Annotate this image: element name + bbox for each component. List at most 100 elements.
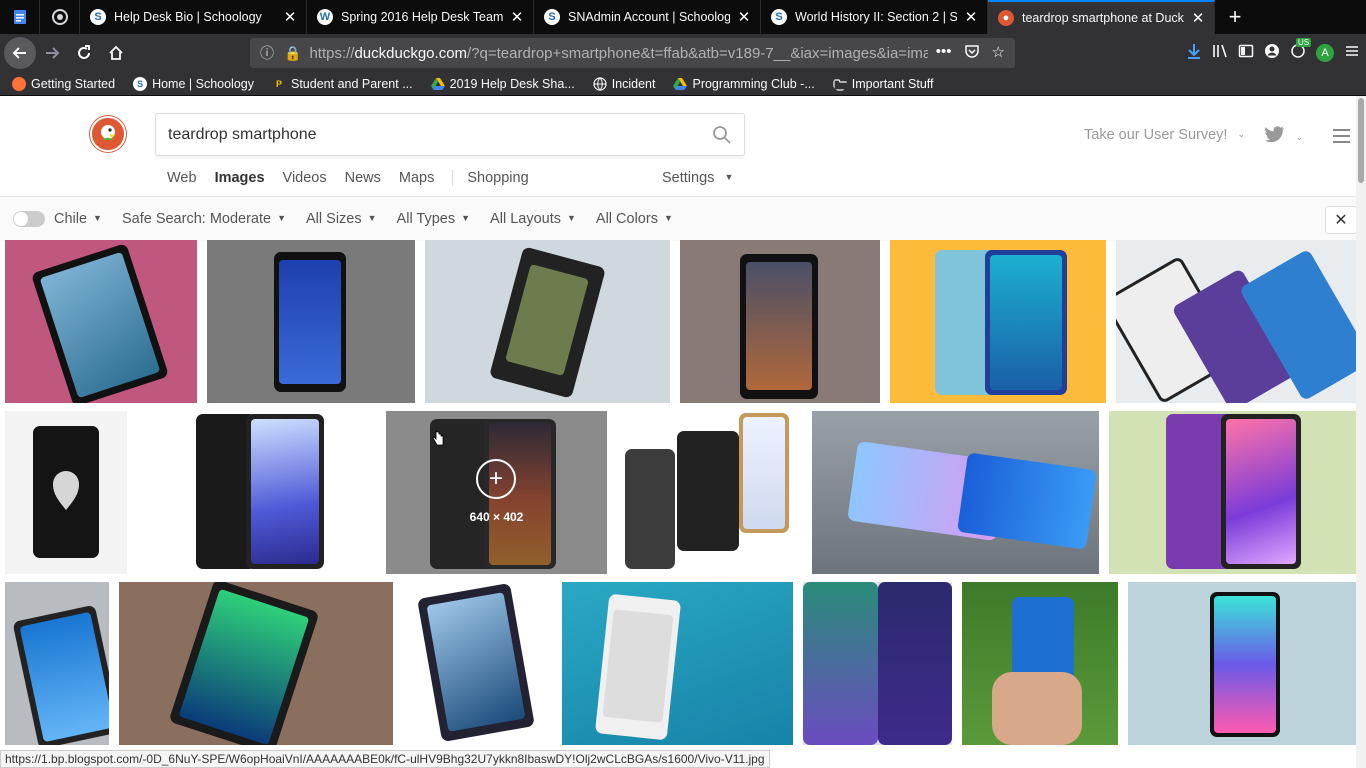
tab-title: SNAdmin Account | Schoology (568, 10, 730, 24)
pinned-tab-app[interactable] (40, 0, 80, 34)
user-survey-link[interactable]: Take our User Survey! ⌄ (1084, 127, 1245, 143)
region-label: Chile (54, 211, 88, 227)
drive-icon (430, 77, 445, 90)
reload-icon (78, 45, 90, 59)
tab-spring-2016[interactable]: W Spring 2016 Help Desk Team – ✕ (307, 0, 534, 34)
color-filter[interactable]: All Colors ▼ (596, 211, 673, 227)
survey-label: Take our User Survey! (1084, 127, 1228, 143)
close-tab-icon[interactable]: ✕ (1190, 9, 1206, 27)
bookmark-star-icon[interactable]: ☆ (992, 43, 1005, 63)
image-result[interactable] (562, 582, 793, 745)
bookmark-label: Incident (611, 76, 656, 91)
tab-web[interactable]: Web (167, 170, 197, 186)
tab-images[interactable]: Images (215, 170, 265, 186)
new-tab-button[interactable]: + (1215, 0, 1255, 34)
image-result[interactable] (5, 582, 109, 745)
image-result[interactable] (1128, 582, 1361, 745)
lock-icon[interactable]: 🔒 (284, 45, 301, 62)
page-actions-icon[interactable]: ••• (936, 43, 952, 63)
close-tab-icon[interactable]: ✕ (509, 8, 525, 26)
color-label: All Colors (595, 211, 658, 227)
sidebar-icon[interactable] (1238, 43, 1254, 64)
hamburger-menu-icon[interactable] (1333, 129, 1350, 147)
library-icon[interactable] (1212, 43, 1228, 64)
close-tab-icon[interactable]: ✕ (736, 8, 752, 26)
tab-snadmin[interactable]: S SNAdmin Account | Schoology ✕ (534, 0, 761, 34)
tab-duckduckgo[interactable]: ● teardrop smartphone at DuckD ✕ (988, 0, 1215, 34)
image-result[interactable] (680, 240, 880, 403)
divider (452, 170, 454, 186)
pocket-icon[interactable] (964, 43, 980, 63)
tab-maps[interactable]: Maps (399, 170, 434, 186)
image-result[interactable] (890, 240, 1106, 403)
safe-search-filter[interactable]: Safe Search: Moderate ▼ (122, 211, 286, 227)
pinned-tab-docs[interactable] (0, 0, 40, 34)
image-result[interactable] (962, 582, 1118, 745)
home-button[interactable] (100, 37, 132, 69)
tab-world-history[interactable]: S World History II: Section 2 | Sc ✕ (761, 0, 988, 34)
bookmark-help-desk-share[interactable]: 2019 Help Desk Sha... (430, 77, 575, 91)
bookmark-student-parent[interactable]: P Student and Parent ... (272, 77, 413, 91)
image-result[interactable] (1109, 411, 1361, 574)
search-input[interactable]: teardrop smartphone (168, 126, 712, 144)
page-scrollbar[interactable] (1356, 96, 1366, 768)
bookmark-programming-club[interactable]: Programming Club -... (673, 77, 815, 91)
extension-badge: US (1296, 37, 1312, 47)
type-filter[interactable]: All Types ▼ (397, 211, 471, 227)
region-toggle[interactable] (13, 211, 45, 227)
url-text[interactable]: https://duckduckgo.com/?q=teardrop+smart… (309, 45, 927, 62)
region-filter[interactable]: Chile ▼ (54, 211, 102, 227)
schoology-icon: S (544, 9, 560, 25)
image-result[interactable] (403, 582, 552, 745)
search-icon[interactable] (712, 125, 732, 145)
duckduckgo-logo[interactable] (90, 116, 126, 152)
close-tab-icon[interactable]: ✕ (963, 8, 979, 26)
image-result[interactable] (425, 240, 670, 403)
layout-filter[interactable]: All Layouts ▼ (490, 211, 576, 227)
caret-down-icon: ▼ (461, 213, 471, 223)
image-result[interactable] (812, 411, 1099, 574)
bookmark-important-stuff[interactable]: Important Stuff (833, 77, 934, 91)
expand-plus-icon[interactable]: + (476, 459, 516, 499)
settings-dropdown[interactable]: Settings ▼ (662, 170, 733, 186)
image-result[interactable] (136, 411, 376, 574)
toolbar-right: US A (1186, 37, 1360, 69)
url-host: duckduckgo.com (354, 44, 468, 62)
scrollbar-thumb[interactable] (1358, 98, 1364, 183)
size-filter[interactable]: All Sizes ▼ (306, 211, 377, 227)
image-result[interactable] (803, 582, 952, 745)
back-button[interactable] (4, 37, 36, 69)
reload-button[interactable] (68, 37, 100, 69)
url-bar[interactable]: ⓘ 🔒 https://duckduckgo.com/?q=teardrop+s… (250, 38, 1015, 68)
arrow-right-icon (46, 47, 60, 59)
navigation-toolbar: ⓘ 🔒 https://duckduckgo.com/?q=teardrop+s… (0, 34, 1366, 72)
caret-down-icon: ▼ (367, 213, 377, 223)
image-result[interactable] (1116, 240, 1361, 403)
image-result[interactable] (5, 411, 127, 574)
account-icon[interactable] (1264, 43, 1280, 64)
bookmark-incident[interactable]: Incident (593, 76, 656, 91)
image-result[interactable] (5, 240, 197, 403)
tab-news[interactable]: News (345, 170, 381, 186)
image-result[interactable] (617, 411, 802, 574)
image-result[interactable] (119, 582, 393, 745)
profile-avatar[interactable]: A (1316, 44, 1334, 62)
close-tab-icon[interactable]: ✕ (282, 8, 298, 26)
tab-shopping[interactable]: Shopping (467, 170, 528, 186)
tab-title: teardrop smartphone at DuckD (1022, 11, 1184, 25)
download-icon[interactable] (1186, 43, 1202, 64)
twitter-menu[interactable]: ⌄ (1265, 126, 1303, 147)
tab-help-desk-bio[interactable]: S Help Desk Bio | Schoology ✕ (80, 0, 307, 34)
menu-icon[interactable] (1344, 43, 1360, 64)
caret-down-icon: ▼ (277, 213, 287, 223)
bookmark-home-schoology[interactable]: S Home | Schoology (133, 76, 254, 91)
bookmark-label: Important Stuff (851, 76, 934, 91)
close-filters-button[interactable]: ✕ (1325, 206, 1357, 234)
vpn-extension-icon[interactable]: US (1290, 37, 1312, 64)
forward-button[interactable] (36, 37, 68, 69)
tab-videos[interactable]: Videos (283, 170, 327, 186)
search-bar[interactable]: teardrop smartphone (155, 113, 745, 156)
bookmark-getting-started[interactable]: Getting Started (12, 76, 115, 91)
info-icon[interactable]: ⓘ (260, 43, 274, 63)
image-result[interactable] (207, 240, 415, 403)
